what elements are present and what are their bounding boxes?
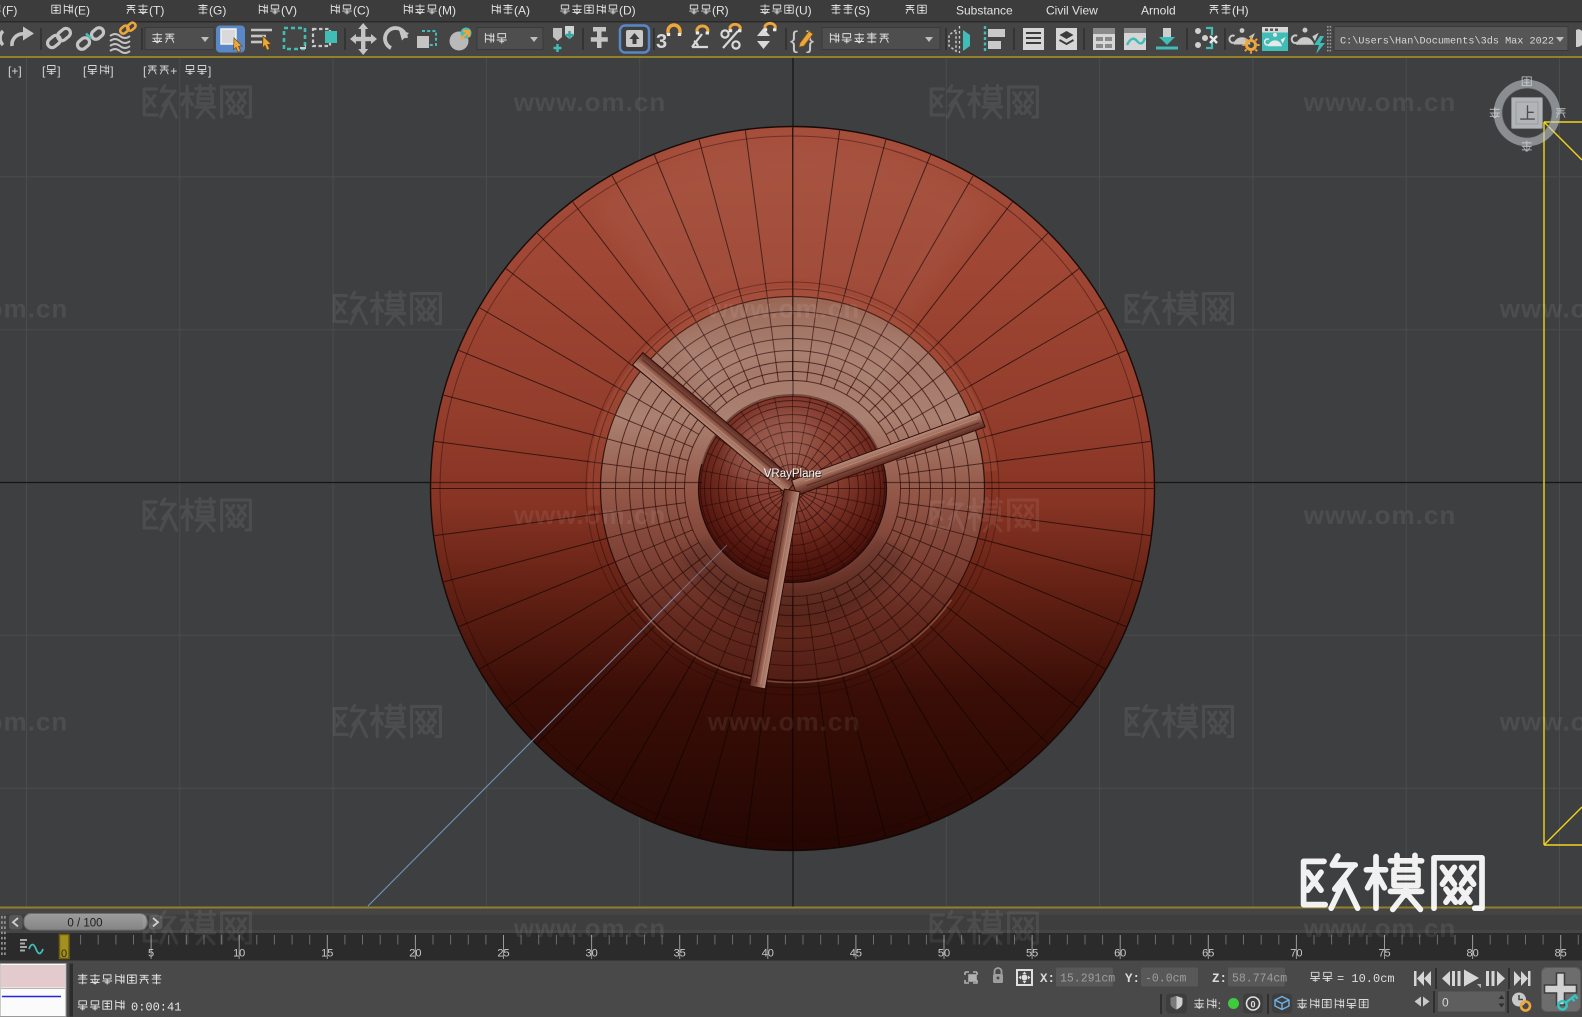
svg-text:X:: X:	[1040, 972, 1055, 986]
svg-text:+: +	[170, 64, 177, 78]
svg-text:85: 85	[1555, 948, 1567, 960]
svg-text:www.om.cn: www.om.cn	[1303, 913, 1457, 943]
svg-text:www.om.cn: www.om.cn	[1499, 707, 1582, 737]
svg-text:0: 0	[61, 948, 67, 960]
svg-text:Substance: Substance	[956, 4, 1013, 18]
svg-text:(M): (M)	[438, 4, 456, 18]
svg-text:0: 0	[1442, 996, 1449, 1010]
svg-text:www.om.cn: www.om.cn	[513, 500, 667, 530]
svg-text:(D): (D)	[619, 4, 636, 18]
svg-text:(G): (G)	[209, 4, 226, 18]
svg-text:[+]: [+]	[8, 64, 22, 78]
svg-text:(F): (F)	[2, 4, 17, 18]
svg-text:0:00:41: 0:00:41	[131, 1001, 181, 1015]
svg-text:40: 40	[762, 948, 774, 960]
svg-text:]: ]	[110, 64, 113, 78]
svg-text:www.om.cn: www.om.cn	[1499, 294, 1582, 324]
svg-text:C:\Users\Han\Documents\3ds Max: C:\Users\Han\Documents\3ds Max 2022	[1340, 36, 1554, 48]
svg-text:www.om.cn: www.om.cn	[513, 913, 667, 943]
svg-text:15: 15	[321, 948, 333, 960]
svg-text:(E): (E)	[74, 4, 90, 18]
svg-text:70: 70	[1290, 948, 1302, 960]
svg-text:www.om.cn: www.om.cn	[1303, 500, 1457, 530]
svg-text:www.om.cn: www.om.cn	[0, 294, 68, 324]
svg-text:5: 5	[148, 948, 154, 960]
svg-text:Y:: Y:	[1125, 972, 1140, 986]
svg-text:Civil View: Civil View	[1046, 4, 1098, 18]
svg-text:10: 10	[233, 948, 245, 960]
svg-text:75: 75	[1378, 948, 1390, 960]
svg-text:]: ]	[208, 64, 211, 78]
svg-text:www.om.cn: www.om.cn	[513, 87, 667, 117]
svg-text:25: 25	[497, 948, 509, 960]
svg-text:www.om.cn: www.om.cn	[0, 707, 68, 737]
svg-text:60: 60	[1114, 948, 1126, 960]
svg-text:15.291cm: 15.291cm	[1060, 973, 1115, 986]
svg-text:www.om.cn: www.om.cn	[707, 294, 861, 324]
svg-text:(U): (U)	[795, 4, 812, 18]
svg-text:3: 3	[656, 31, 667, 53]
svg-text:-0.0cm: -0.0cm	[1145, 973, 1187, 986]
svg-text:(C): (C)	[353, 4, 370, 18]
svg-text:20: 20	[409, 948, 421, 960]
svg-text:VRayPlane: VRayPlane	[764, 468, 822, 480]
svg-text:Z:: Z:	[1212, 972, 1227, 986]
svg-text:55: 55	[1026, 948, 1038, 960]
svg-text:58.774cm: 58.774cm	[1232, 973, 1287, 986]
svg-text:30: 30	[585, 948, 597, 960]
svg-text:(H): (H)	[1232, 4, 1249, 18]
svg-text:(V): (V)	[281, 4, 297, 18]
svg-text:45: 45	[850, 948, 862, 960]
svg-text:65: 65	[1202, 948, 1214, 960]
svg-text:www.om.cn: www.om.cn	[1303, 87, 1457, 117]
svg-text:80: 80	[1466, 948, 1478, 960]
svg-text:0 / 100: 0 / 100	[67, 918, 102, 930]
svg-text:(S): (S)	[854, 4, 870, 18]
svg-text:0: 0	[1250, 1000, 1255, 1010]
svg-text:(T): (T)	[149, 4, 164, 18]
svg-text:(A): (A)	[514, 4, 530, 18]
svg-text:35: 35	[674, 948, 686, 960]
svg-text:50: 50	[938, 948, 950, 960]
svg-text::: :	[1218, 998, 1221, 1012]
svg-text:]: ]	[57, 64, 60, 78]
svg-text:www.om.cn: www.om.cn	[707, 707, 861, 737]
svg-text:(R): (R)	[712, 4, 729, 18]
svg-text:{: {	[790, 27, 798, 54]
svg-text:= 10.0cm: = 10.0cm	[1337, 972, 1395, 986]
svg-text:Arnold: Arnold	[1141, 4, 1176, 18]
